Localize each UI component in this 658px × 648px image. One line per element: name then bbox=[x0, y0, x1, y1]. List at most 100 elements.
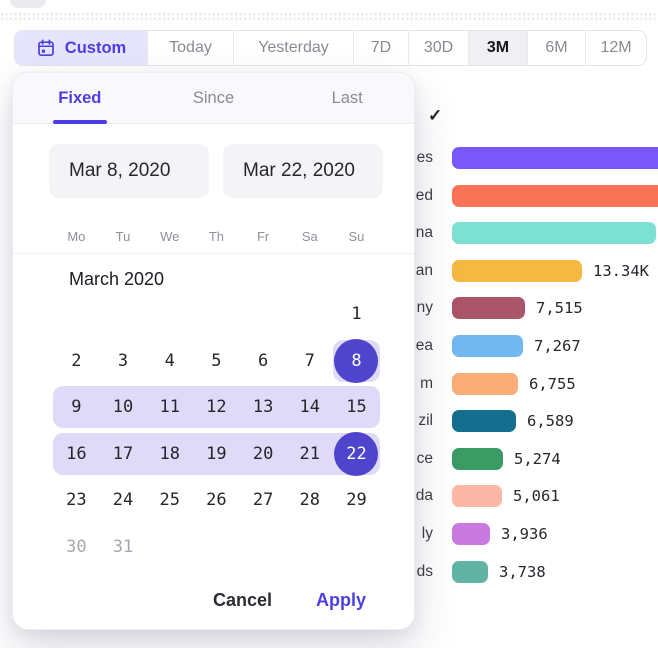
partial-element-stub bbox=[10, 0, 46, 8]
day-14[interactable]: 14 bbox=[286, 384, 333, 431]
day-17[interactable]: 17 bbox=[100, 431, 147, 478]
calendar-row: 1 bbox=[53, 291, 380, 338]
day-28[interactable]: 28 bbox=[286, 477, 333, 524]
period-today-button[interactable]: Today bbox=[148, 31, 234, 65]
day-11[interactable]: 11 bbox=[146, 384, 193, 431]
period-label: 6M bbox=[545, 39, 567, 57]
weekday-label: Mo bbox=[53, 223, 100, 249]
tab-label: Last bbox=[332, 89, 363, 108]
period-yesterday-button[interactable]: Yesterday bbox=[234, 31, 354, 65]
weekday-header: MoTuWeThFrSaSu bbox=[53, 223, 380, 249]
day-3[interactable]: 3 bbox=[100, 338, 147, 385]
calendar-row: 30 31 bbox=[53, 524, 380, 571]
chart-bar bbox=[452, 297, 525, 319]
day-19[interactable]: 19 bbox=[193, 431, 240, 478]
day-9[interactable]: 9 bbox=[53, 384, 100, 431]
period-label: 3M bbox=[487, 39, 509, 57]
period-7d-button[interactable]: 7D bbox=[354, 31, 409, 65]
chart-value: 3,738 bbox=[499, 563, 546, 581]
period-label: 30D bbox=[424, 39, 453, 57]
tab-last[interactable]: Last bbox=[280, 73, 414, 123]
chart-value: 6,589 bbox=[527, 412, 574, 430]
day-number: 4 bbox=[165, 351, 175, 371]
weekday-label: Sa bbox=[286, 223, 333, 249]
tab-label: Since bbox=[193, 89, 234, 108]
empty-day-cell bbox=[146, 291, 193, 338]
day-number: 16 bbox=[66, 444, 86, 464]
day-8[interactable]: 8 bbox=[333, 338, 380, 385]
day-20[interactable]: 20 bbox=[240, 431, 287, 478]
weekday-label: Su bbox=[333, 223, 380, 249]
period-3m-button[interactable]: 3M bbox=[469, 31, 528, 65]
day-16[interactable]: 16 bbox=[53, 431, 100, 478]
divider bbox=[13, 253, 414, 254]
day-number: 18 bbox=[159, 444, 179, 464]
apply-button[interactable]: Apply bbox=[316, 590, 366, 611]
day-number: 11 bbox=[159, 397, 179, 417]
day-18[interactable]: 18 bbox=[146, 431, 193, 478]
tab-fixed[interactable]: Fixed bbox=[13, 73, 147, 123]
period-30d-button[interactable]: 30D bbox=[409, 31, 469, 65]
chart-bar bbox=[452, 410, 516, 432]
empty-day-cell bbox=[286, 524, 333, 571]
cancel-button[interactable]: Cancel bbox=[213, 590, 272, 611]
day-10[interactable]: 10 bbox=[100, 384, 147, 431]
day-12[interactable]: 12 bbox=[193, 384, 240, 431]
day-number: 28 bbox=[300, 490, 320, 510]
date-mode-tabbar: Fixed Since Last bbox=[13, 73, 414, 124]
day-13[interactable]: 13 bbox=[240, 384, 287, 431]
day-26[interactable]: 26 bbox=[193, 477, 240, 524]
day-25[interactable]: 25 bbox=[146, 477, 193, 524]
period-12m-button[interactable]: 12M bbox=[586, 31, 646, 65]
chart-bar bbox=[452, 260, 582, 282]
weekday-label: Th bbox=[193, 223, 240, 249]
day-2[interactable]: 2 bbox=[53, 338, 100, 385]
day-21[interactable]: 21 bbox=[286, 431, 333, 478]
day-number: 24 bbox=[113, 490, 133, 510]
day-31[interactable]: 31 bbox=[100, 524, 147, 571]
day-6[interactable]: 6 bbox=[240, 338, 287, 385]
empty-day-cell bbox=[53, 291, 100, 338]
chart-value: 5,061 bbox=[513, 487, 560, 505]
day-1[interactable]: 1 bbox=[333, 291, 380, 338]
day-number: 30 bbox=[66, 537, 86, 557]
chart-value: 6,755 bbox=[529, 375, 576, 393]
day-7[interactable]: 7 bbox=[286, 338, 333, 385]
chart-value: 13.34K bbox=[593, 262, 649, 280]
day-number: 3 bbox=[118, 351, 128, 371]
day-24[interactable]: 24 bbox=[100, 477, 147, 524]
calendar-grid: 1234567891011121314151617181920212223242… bbox=[53, 291, 380, 570]
day-number: 7 bbox=[305, 351, 315, 371]
tab-since[interactable]: Since bbox=[147, 73, 281, 123]
calendar-row: 23 24 252627 28 29 bbox=[53, 477, 380, 524]
day-27[interactable]: 27 bbox=[240, 477, 287, 524]
period-6m-button[interactable]: 6M bbox=[528, 31, 586, 65]
day-30[interactable]: 30 bbox=[53, 524, 100, 571]
day-5[interactable]: 5 bbox=[193, 338, 240, 385]
day-number: 14 bbox=[300, 397, 320, 417]
day-number: 13 bbox=[253, 397, 273, 417]
month-label: March 2020 bbox=[69, 269, 164, 290]
day-number: 15 bbox=[346, 397, 366, 417]
day-22[interactable]: 22 bbox=[333, 431, 380, 478]
chart-value: 3,936 bbox=[501, 525, 548, 543]
check-icon: ✓ bbox=[428, 106, 442, 126]
start-date-input[interactable]: Mar 8, 2020 bbox=[49, 144, 209, 198]
end-date-input[interactable]: Mar 22, 2020 bbox=[223, 144, 383, 198]
day-15[interactable]: 15 bbox=[333, 384, 380, 431]
chart-bar bbox=[452, 561, 488, 583]
day-number: 19 bbox=[206, 444, 226, 464]
day-number: 23 bbox=[66, 490, 86, 510]
day-number: 21 bbox=[300, 444, 320, 464]
day-23[interactable]: 23 bbox=[53, 477, 100, 524]
day-number: 29 bbox=[346, 490, 366, 510]
day-number: 17 bbox=[113, 444, 133, 464]
chart-value: 5,274 bbox=[514, 450, 561, 468]
period-custom-button[interactable]: Custom bbox=[15, 31, 148, 65]
chart-bar bbox=[452, 523, 490, 545]
chart-bar bbox=[452, 147, 658, 169]
day-4[interactable]: 4 bbox=[146, 338, 193, 385]
period-label: 7D bbox=[371, 39, 391, 57]
day-29[interactable]: 29 bbox=[333, 477, 380, 524]
active-tab-underline bbox=[53, 120, 107, 124]
